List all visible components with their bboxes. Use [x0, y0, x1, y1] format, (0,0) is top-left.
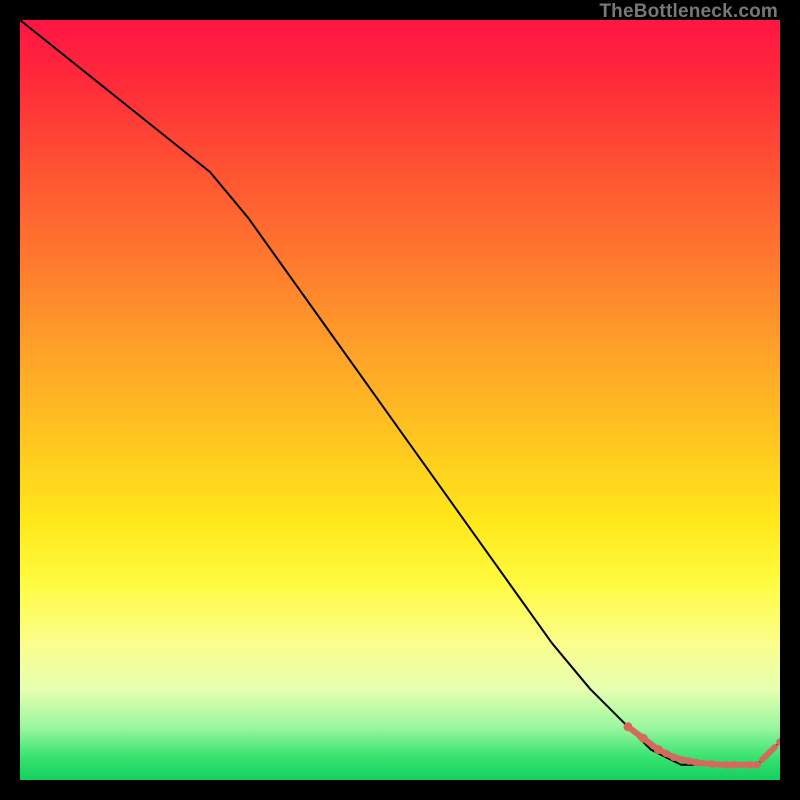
marker-dash: [700, 763, 709, 764]
plot-area: [20, 20, 780, 780]
marker-dash: [677, 758, 686, 760]
chart-frame: TheBottleneck.com: [0, 0, 800, 800]
data-marker: [753, 761, 761, 769]
bottleneck-curve: [20, 20, 780, 765]
marker-dash: [631, 729, 640, 735]
chart-svg: [20, 20, 780, 780]
marker-dash: [762, 747, 775, 760]
